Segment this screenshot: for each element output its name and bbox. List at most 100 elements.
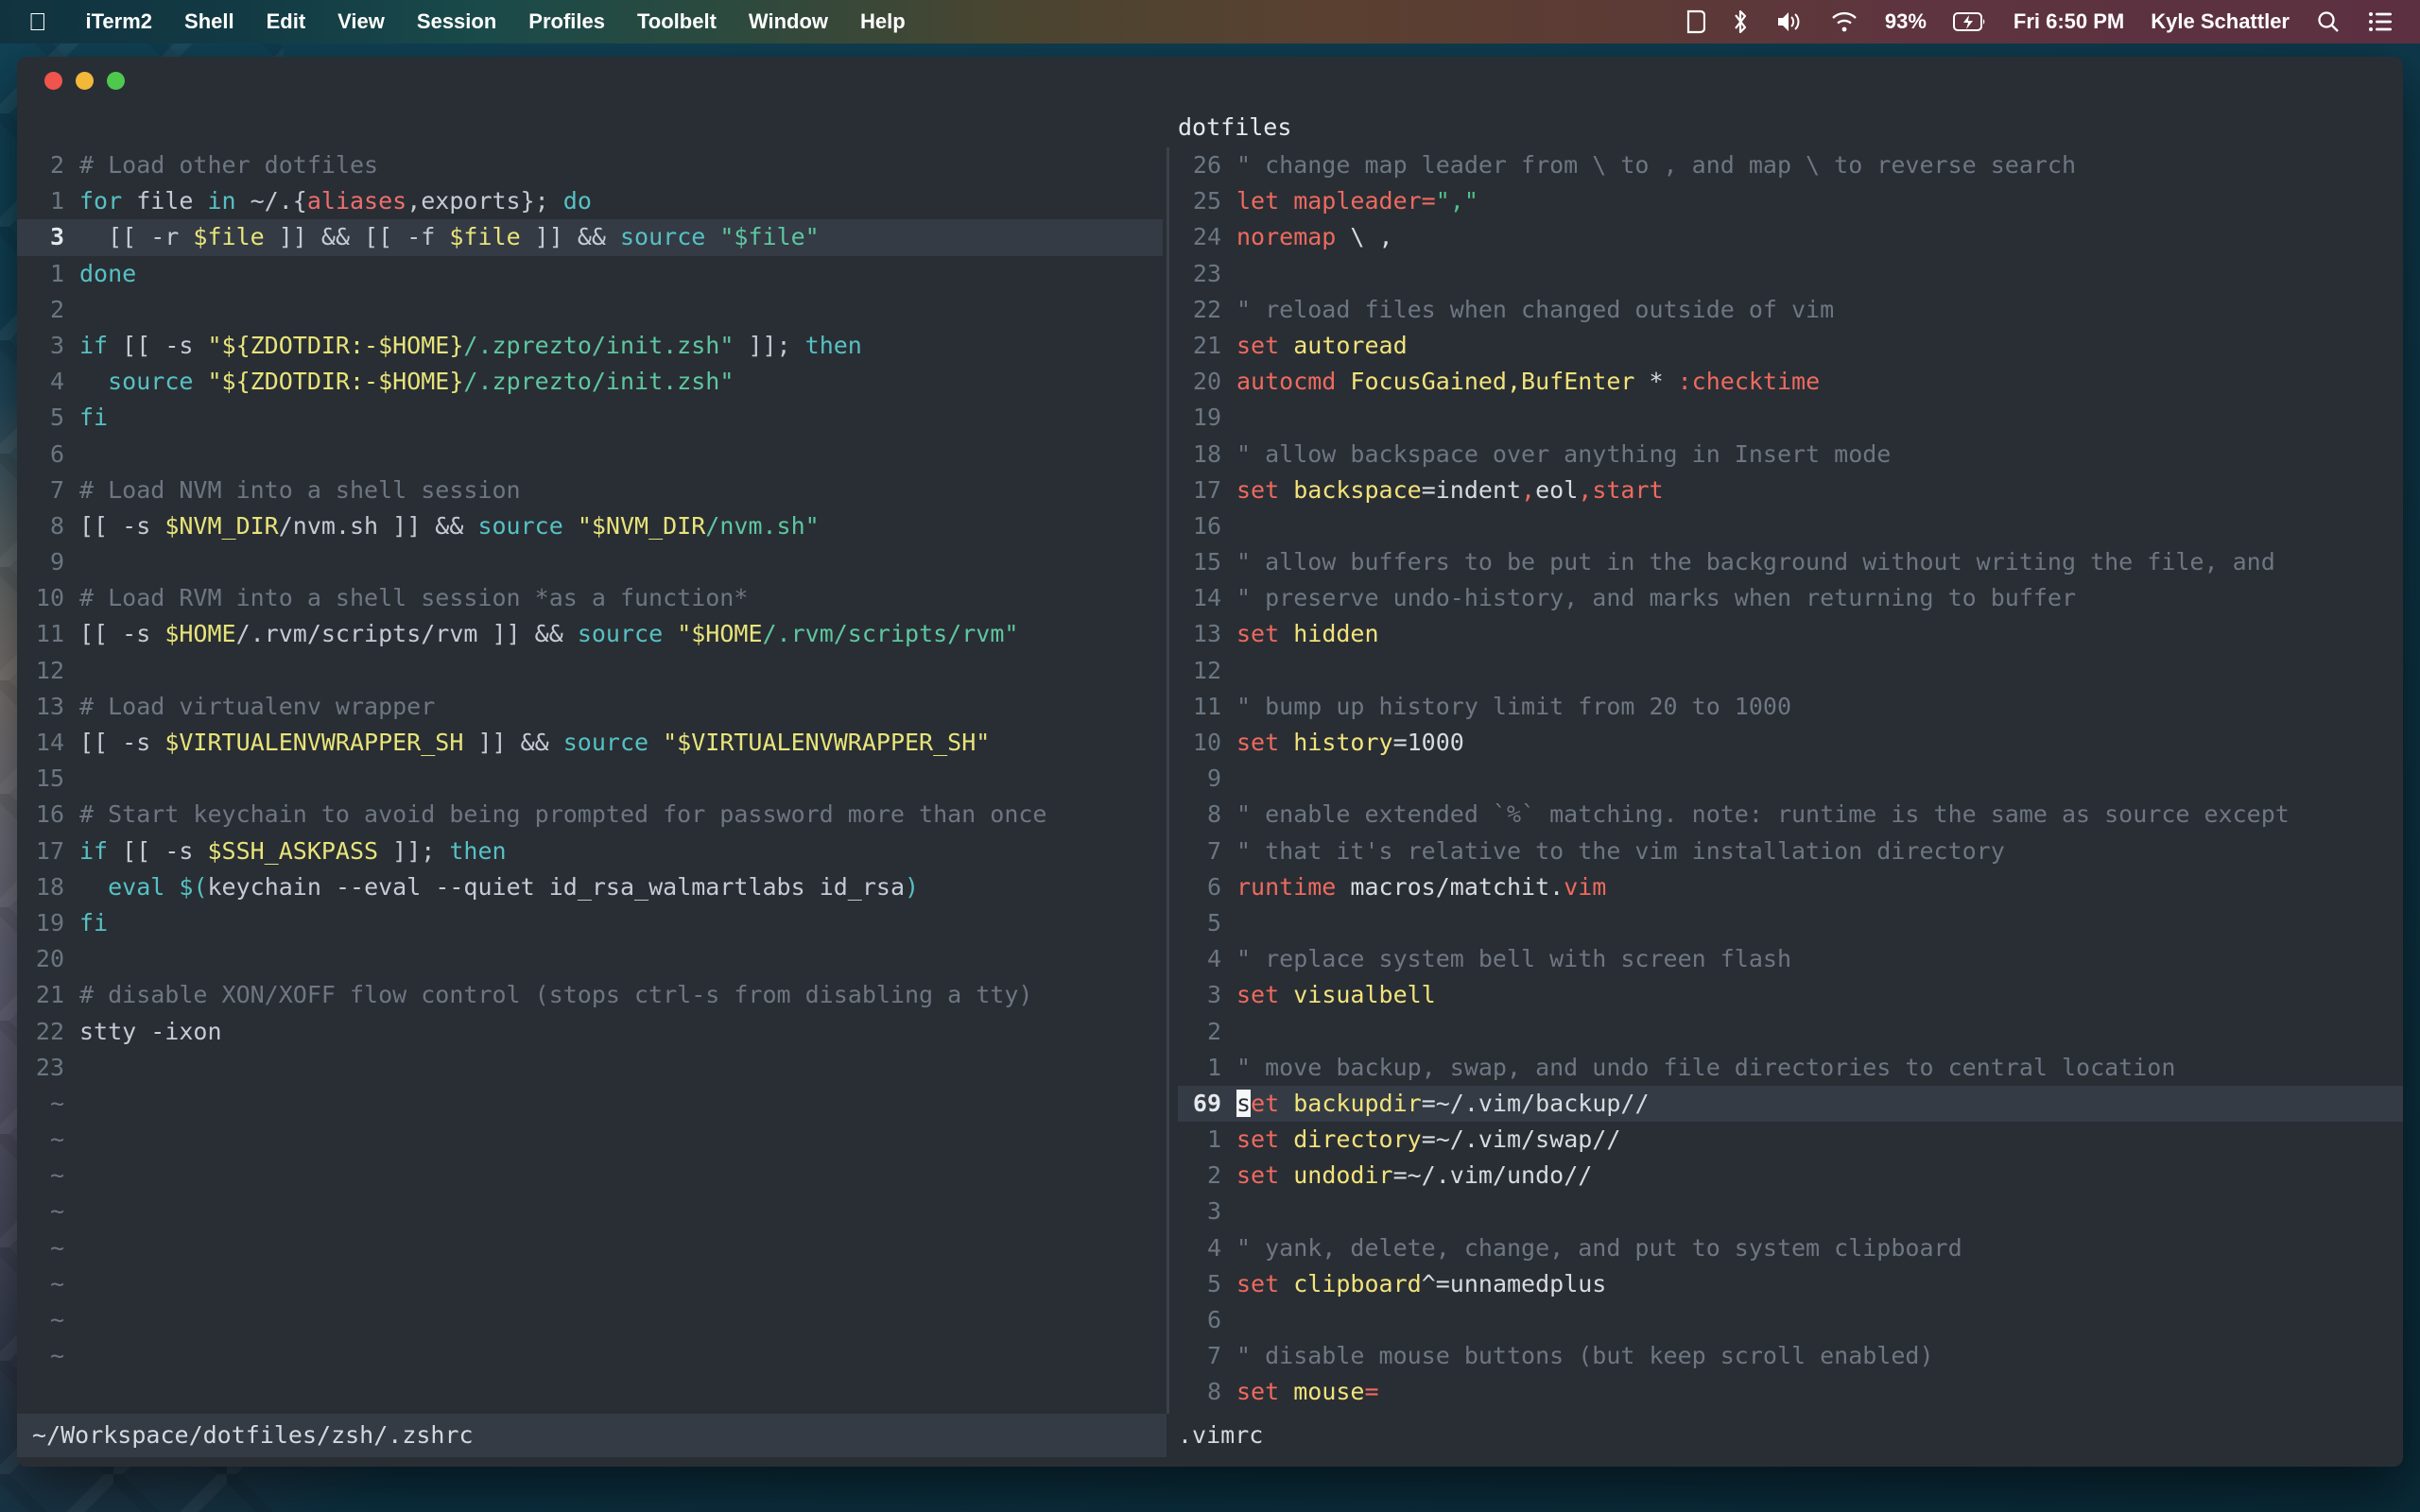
wifi-icon[interactable] [1817,10,1872,33]
code-line[interactable]: 1for file in ~/.{aliases,exports}; do [17,183,1163,219]
menu-item-iterm2[interactable]: iTerm2 [70,9,169,34]
code-line[interactable]: 19fi [17,905,1163,941]
code-line[interactable]: 25let mapleader="," [1178,183,2403,219]
battery-charging-icon[interactable] [1940,11,2000,32]
code-line[interactable]: 8[[ -s $NVM_DIR/nvm.sh ]] && source "$NV… [17,508,1163,544]
menu-item-window[interactable]: Window [733,9,844,34]
menu-bar-username[interactable]: Kyle Schattler [2137,9,2303,34]
volume-icon[interactable] [1762,9,1817,34]
code-token: " yank, delete, change, and put to syste… [1236,1234,1962,1262]
code-line[interactable]: 2# Load other dotfiles [17,147,1163,183]
code-line[interactable]: 2 [17,292,1163,328]
code-line[interactable]: 7# Load NVM into a shell session [17,472,1163,508]
line-number: 1 [17,183,79,219]
code-line[interactable]: 10set history=1000 [1178,725,2403,761]
code-line[interactable]: 8" enable extended `%` matching. note: r… [1178,797,2403,833]
code-line[interactable]: 22stty -ixon [17,1014,1163,1050]
code-line[interactable]: 1set directory=~/.vim/swap// [1178,1122,2403,1158]
zshrc-code-area[interactable]: 2# Load other dotfiles1for file in ~/.{a… [17,147,1163,1374]
close-button[interactable] [44,72,62,90]
code-line[interactable]: 23 [17,1050,1163,1086]
dropbox-icon[interactable] [1671,9,1719,34]
code-line[interactable]: 12 [1178,653,2403,689]
zoom-button[interactable] [107,72,125,90]
code-line[interactable]: 6 [1178,1302,2403,1338]
code-line[interactable]: 3set visualbell [1178,977,2403,1013]
code-line[interactable]: 19 [1178,400,2403,436]
code-line[interactable]: 21set autoread [1178,328,2403,364]
code-line[interactable]: 1" move backup, swap, and undo file dire… [1178,1050,2403,1086]
line-number: 10 [17,580,79,616]
code-token: :checktime [1678,368,1821,395]
code-line[interactable]: 7" disable mouse buttons (but keep scrol… [1178,1338,2403,1374]
line-number: 18 [17,869,79,905]
code-line[interactable]: 17if [[ -s $SSH_ASKPASS ]]; then [17,833,1163,869]
code-line[interactable]: 18 eval $(keychain --eval --quiet id_rsa… [17,869,1163,905]
code-token [79,368,108,395]
code-token: =~/.vim/swap// [1422,1125,1621,1153]
code-line[interactable]: 16# Start keychain to avoid being prompt… [17,797,1163,833]
search-icon[interactable] [2303,9,2354,34]
menu-item-help[interactable]: Help [844,9,922,34]
code-line[interactable]: 13set hidden [1178,616,2403,652]
code-line[interactable]: 11" bump up history limit from 20 to 100… [1178,689,2403,725]
code-line[interactable]: 7" that it's relative to the vim install… [1178,833,2403,869]
code-line[interactable]: 3if [[ -s "${ZDOTDIR:-$HOME}/.zprezto/in… [17,328,1163,364]
code-line[interactable]: 4 source "${ZDOTDIR:-$HOME}/.zprezto/ini… [17,364,1163,400]
code-line[interactable]: 2 [1178,1014,2403,1050]
code-line[interactable]: 2set undodir=~/.vim/undo// [1178,1158,2403,1194]
menu-bar-clock[interactable]: Fri 6:50 PM [2000,9,2137,34]
code-line[interactable]: 10# Load RVM into a shell session *as a … [17,580,1163,616]
vimrc-code-area[interactable]: 26" change map leader from \ to , and ma… [1178,147,2403,1411]
code-line[interactable]: 21# disable XON/XOFF flow control (stops… [17,977,1163,1013]
code-line[interactable]: 1done [17,256,1163,292]
control-center-icon[interactable] [2354,10,2420,33]
code-line[interactable]: 15" allow buffers to be put in the backg… [1178,544,2403,580]
code-line[interactable]: 8set mouse= [1178,1374,2403,1410]
code-line[interactable]: 3 [[ -r $file ]] && [[ -f $file ]] && so… [17,219,1163,255]
code-line[interactable]: 20 [17,941,1163,977]
menu-item-toolbelt[interactable]: Toolbelt [621,9,733,34]
code-line[interactable]: 69set backupdir=~/.vim/backup// [1178,1086,2403,1122]
code-line[interactable]: 5 [1178,905,2403,941]
vim-pane-zshrc[interactable]: 2# Load other dotfiles1for file in ~/.{a… [17,147,1163,1414]
code-line[interactable]: 9 [1178,761,2403,797]
code-line[interactable]: 3 [1178,1194,2403,1229]
code-line[interactable]: 16 [1178,508,2403,544]
code-line[interactable]: 4" replace system bell with screen flash [1178,941,2403,977]
code-line[interactable]: 18" allow backspace over anything in Ins… [1178,437,2403,472]
minimize-button[interactable] [76,72,94,90]
code-line[interactable]: 9 [17,544,1163,580]
code-line[interactable]: 15 [17,761,1163,797]
code-token: runtime [1236,873,1336,901]
code-line[interactable]: 5fi [17,400,1163,436]
bluetooth-icon[interactable] [1719,9,1762,35]
code-line[interactable]: 6 [17,437,1163,472]
code-line[interactable]: 20autocmd FocusGained,BufEnter * :checkt… [1178,364,2403,400]
apple-logo-icon[interactable]:  [0,9,70,34]
code-line[interactable]: 22" reload files when changed outside of… [1178,292,2403,328]
code-line[interactable]: 6runtime macros/matchit.vim [1178,869,2403,905]
code-token: [[ -s [79,512,164,540]
menu-item-shell[interactable]: Shell [168,9,251,34]
window-title-bar[interactable] [17,57,2403,102]
code-line[interactable]: 17set backspace=indent,eol,start [1178,472,2403,508]
code-line[interactable]: 24noremap \ , [1178,219,2403,255]
code-line[interactable]: 11[[ -s $HOME/.rvm/scripts/rvm ]] && sou… [17,616,1163,652]
menu-item-view[interactable]: View [321,9,401,34]
code-token: " preserve undo-history, and marks when … [1236,584,2076,611]
menu-item-edit[interactable]: Edit [251,9,322,34]
code-line[interactable]: 4" yank, delete, change, and put to syst… [1178,1230,2403,1266]
code-line[interactable]: 14" preserve undo-history, and marks whe… [1178,580,2403,616]
code-line[interactable]: 5set clipboard^=unnamedplus [1178,1266,2403,1302]
vim-pane-vimrc[interactable]: 26" change map leader from \ to , and ma… [1178,147,2403,1414]
code-token: set [1236,1125,1279,1153]
code-line[interactable]: 23 [1178,256,2403,292]
line-number: 18 [1178,437,1236,472]
code-line[interactable]: 26" change map leader from \ to , and ma… [1178,147,2403,183]
code-line[interactable]: 14[[ -s $VIRTUALENVWRAPPER_SH ]] && sour… [17,725,1163,761]
code-line[interactable]: 13# Load virtualenv wrapper [17,689,1163,725]
code-line[interactable]: 12 [17,653,1163,689]
menu-item-profiles[interactable]: Profiles [512,9,621,34]
menu-item-session[interactable]: Session [401,9,512,34]
